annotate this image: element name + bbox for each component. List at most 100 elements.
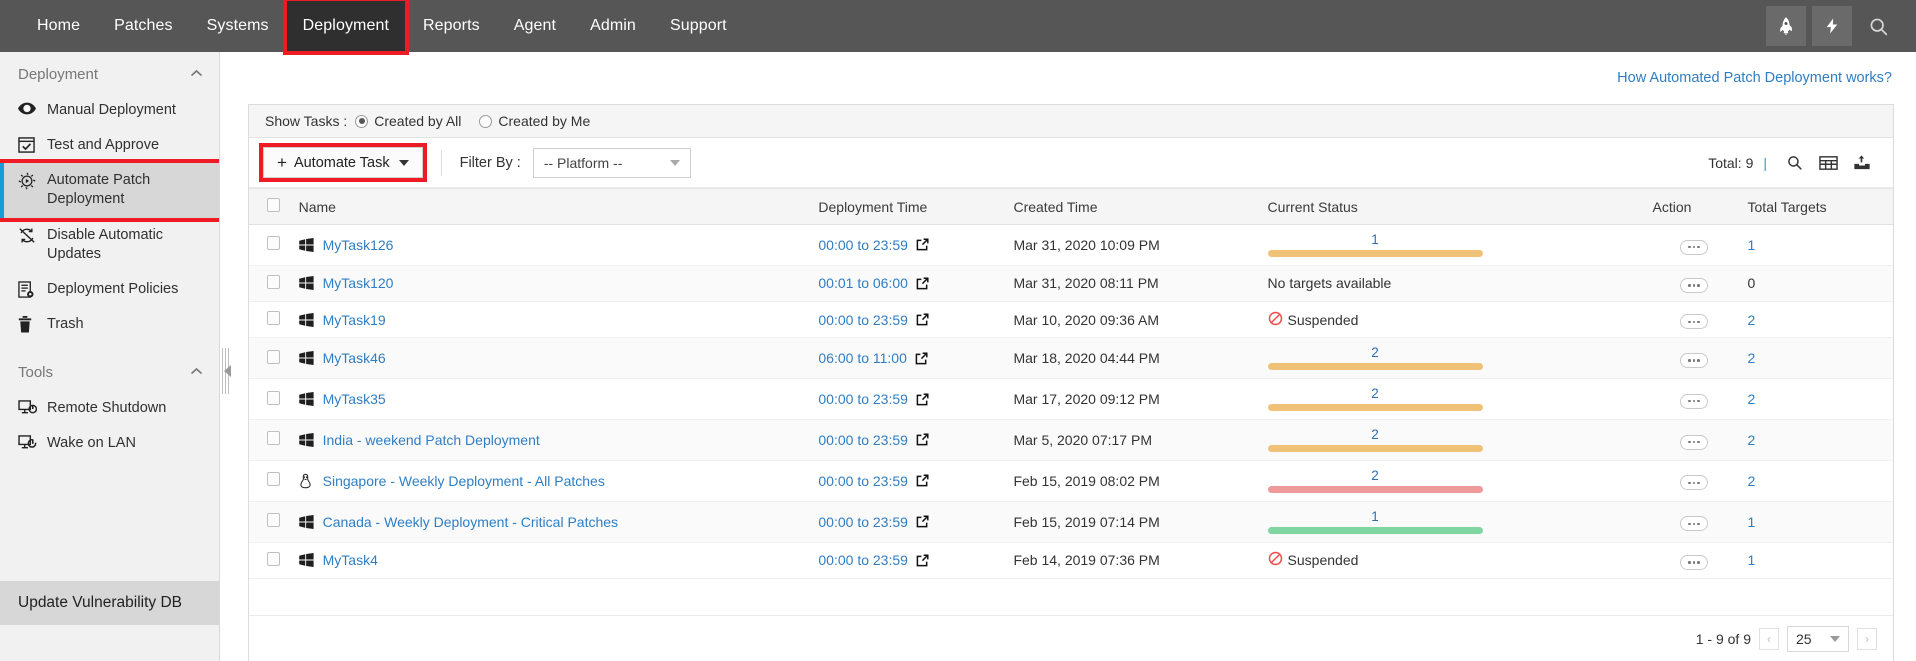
external-link-icon[interactable] (916, 474, 929, 487)
deployment-time-link[interactable]: 00:00 to 23:59 (818, 391, 908, 407)
sidebar-item-disable-automatic-updates[interactable]: Disable Automatic Updates (0, 218, 219, 272)
row-actions-menu-button[interactable] (1680, 516, 1708, 531)
task-name-link[interactable]: MyTask4 (323, 552, 378, 568)
deployment-time-link[interactable]: 00:00 to 23:59 (818, 514, 908, 530)
nav-item-deployment[interactable]: Deployment (286, 0, 406, 52)
radio-created-by-me[interactable]: Created by Me (479, 113, 590, 129)
task-name-link[interactable]: MyTask19 (323, 312, 386, 328)
status-count-label[interactable]: 2 (1268, 428, 1483, 443)
external-link-icon[interactable] (916, 238, 929, 251)
external-link-icon[interactable] (916, 313, 929, 326)
how-it-works-link[interactable]: How Automated Patch Deployment works? (1617, 70, 1892, 86)
radio-created-by-me-input[interactable] (479, 115, 492, 128)
total-targets-link[interactable]: 1 (1748, 237, 1756, 253)
nav-item-agent[interactable]: Agent (497, 0, 573, 52)
total-targets-link[interactable]: 2 (1748, 391, 1756, 407)
nav-item-patches[interactable]: Patches (97, 0, 190, 52)
row-checkbox[interactable] (267, 236, 280, 250)
row-checkbox[interactable] (267, 275, 280, 289)
row-actions-menu-button[interactable] (1680, 555, 1708, 570)
status-count-label[interactable]: 2 (1268, 469, 1483, 484)
search-icon[interactable] (1777, 150, 1811, 176)
row-checkbox[interactable] (267, 311, 280, 325)
status-progress[interactable]: 1 (1268, 233, 1483, 257)
task-name-link[interactable]: Singapore - Weekly Deployment - All Patc… (323, 473, 605, 489)
task-name-link[interactable]: MyTask126 (323, 237, 394, 253)
total-targets-link[interactable]: 1 (1748, 514, 1756, 530)
pagination-prev-button[interactable]: ‹ (1759, 628, 1779, 650)
total-targets-link[interactable]: 2 (1748, 350, 1756, 366)
deployment-time-link[interactable]: 00:01 to 06:00 (818, 275, 908, 291)
sidebar-item-update-vulnerability-db[interactable]: Update Vulnerability DB (0, 581, 219, 625)
sidebar-item-deployment-policies[interactable]: Deployment Policies (0, 272, 219, 307)
row-actions-menu-button[interactable] (1680, 240, 1708, 255)
row-actions-menu-button[interactable] (1680, 435, 1708, 450)
header-current-status[interactable]: Current Status (1262, 189, 1647, 225)
header-total-targets[interactable]: Total Targets (1742, 189, 1893, 225)
radio-created-by-all[interactable]: Created by All (355, 113, 461, 129)
row-checkbox[interactable] (267, 552, 280, 566)
status-count-label[interactable]: 2 (1268, 346, 1483, 361)
status-count-label[interactable]: 1 (1268, 233, 1483, 248)
row-checkbox[interactable] (267, 472, 280, 486)
nav-item-reports[interactable]: Reports (406, 0, 497, 52)
nav-item-systems[interactable]: Systems (190, 0, 286, 52)
task-name-link[interactable]: MyTask35 (323, 391, 386, 407)
external-link-icon[interactable] (916, 433, 929, 446)
sidebar-item-remote-shutdown[interactable]: Remote Shutdown (0, 391, 219, 426)
deployment-time-link[interactable]: 00:00 to 23:59 (818, 237, 908, 253)
lightning-icon[interactable] (1812, 6, 1852, 46)
total-targets-link[interactable]: 2 (1748, 432, 1756, 448)
external-link-icon[interactable] (916, 515, 929, 528)
row-actions-menu-button[interactable] (1680, 394, 1708, 409)
external-link-icon[interactable] (916, 277, 929, 290)
external-link-icon[interactable] (916, 554, 929, 567)
deployment-time-link[interactable]: 00:00 to 23:59 (818, 432, 908, 448)
row-checkbox[interactable] (267, 513, 280, 527)
sidebar-group-tools[interactable]: Tools (0, 342, 219, 391)
deployment-time-link[interactable]: 00:00 to 23:59 (818, 312, 908, 328)
sidebar-item-manual-deployment[interactable]: Manual Deployment (0, 93, 219, 128)
row-actions-menu-button[interactable] (1680, 278, 1708, 293)
task-name-link[interactable]: MyTask120 (323, 275, 394, 291)
sidebar-item-automate-patch-deployment[interactable]: Automate Patch Deployment (0, 163, 219, 217)
row-actions-menu-button[interactable] (1680, 353, 1708, 368)
deployment-time-link[interactable]: 06:00 to 11:00 (818, 350, 906, 366)
header-deployment-time[interactable]: Deployment Time (812, 189, 1007, 225)
sidebar-group-deployment[interactable]: Deployment (0, 52, 219, 93)
status-progress[interactable]: 1 (1268, 510, 1483, 534)
deployment-time-link[interactable]: 00:00 to 23:59 (818, 473, 908, 489)
row-actions-menu-button[interactable] (1680, 475, 1708, 490)
status-progress[interactable]: 2 (1268, 469, 1483, 493)
sidebar-item-test-and-approve[interactable]: Test and Approve (0, 128, 219, 163)
total-targets-link[interactable]: 1 (1748, 552, 1756, 568)
platform-filter-select[interactable]: -- Platform -- (533, 148, 691, 178)
row-actions-menu-button[interactable] (1680, 314, 1708, 329)
nav-item-home[interactable]: Home (20, 0, 97, 52)
status-progress[interactable]: 2 (1268, 346, 1483, 370)
task-name-link[interactable]: MyTask46 (323, 350, 386, 366)
pagination-next-button[interactable]: › (1857, 628, 1877, 650)
task-name-link[interactable]: India - weekend Patch Deployment (323, 432, 540, 448)
sidebar-item-wake-on-lan[interactable]: Wake on LAN (0, 426, 219, 461)
deployment-time-link[interactable]: 00:00 to 23:59 (818, 552, 908, 568)
status-progress[interactable]: 2 (1268, 387, 1483, 411)
automate-task-button[interactable]: + Automate Task (263, 147, 423, 178)
header-created-time[interactable]: Created Time (1007, 189, 1261, 225)
radio-created-by-all-input[interactable] (355, 115, 368, 128)
row-checkbox[interactable] (267, 391, 280, 405)
rocket-icon[interactable] (1766, 6, 1806, 46)
header-name[interactable]: Name (293, 189, 813, 225)
total-targets-link[interactable]: 2 (1748, 473, 1756, 489)
row-checkbox[interactable] (267, 350, 280, 364)
sidebar-item-trash[interactable]: Trash (0, 307, 219, 342)
row-checkbox[interactable] (267, 431, 280, 445)
sidebar-collapse-handle[interactable] (220, 348, 234, 394)
select-all-checkbox[interactable] (267, 198, 280, 212)
export-icon[interactable] (1845, 150, 1879, 176)
external-link-icon[interactable] (916, 393, 929, 406)
status-progress[interactable]: 2 (1268, 428, 1483, 452)
status-count-label[interactable]: 2 (1268, 387, 1483, 402)
search-icon[interactable] (1858, 6, 1898, 46)
nav-item-support[interactable]: Support (653, 0, 744, 52)
